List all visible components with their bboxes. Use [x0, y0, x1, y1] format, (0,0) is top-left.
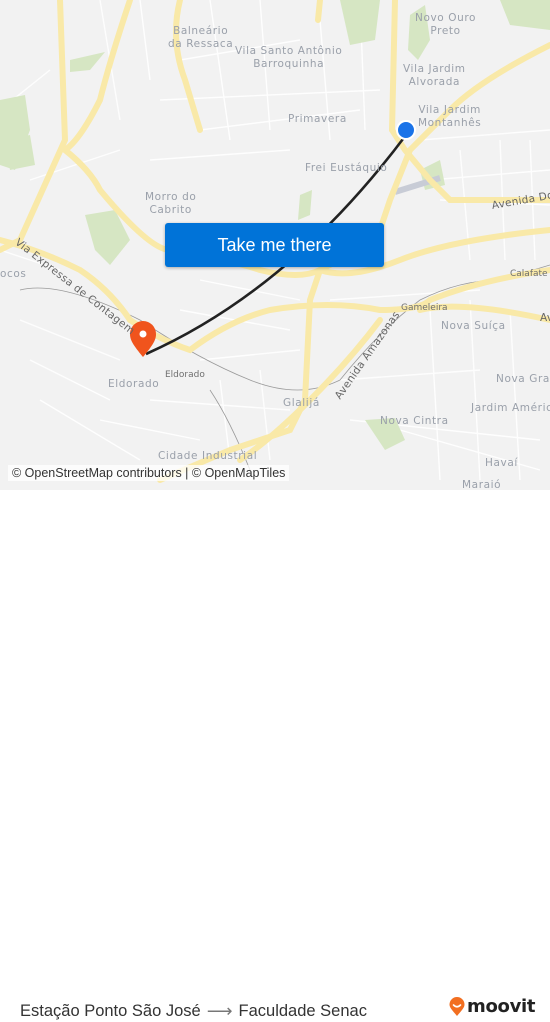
- map-view[interactable]: Balneário da Ressaca Vila Santo Antônio …: [0, 0, 550, 490]
- destination-name: Faculdade Senac: [238, 1002, 367, 1020]
- origin-marker[interactable]: [396, 120, 416, 140]
- map-label-nova-gran: Nova Gran: [496, 373, 550, 385]
- map-label-eldorado-station: Eldorado: [165, 370, 205, 380]
- rail-lines: [19, 264, 550, 471]
- map-label-maraio: Maraió: [462, 479, 502, 490]
- map-label-gameleira: Gameleira: [401, 303, 448, 313]
- map-label-cidade-industrial: Cidade Industrial: [158, 450, 258, 462]
- arrow-right-icon: ⟶: [206, 1001, 233, 1021]
- map-label-jardim-america: Jardim América: [471, 402, 550, 414]
- map-label-eldorado: Eldorado: [108, 378, 160, 390]
- moovit-logo[interactable]: moovit: [449, 996, 536, 1017]
- map-label-vila-jardim-montanhes: Vila Jardim Montanhês: [418, 104, 482, 129]
- map-label-glalija: Glalijá: [283, 397, 320, 409]
- map-label-cocos: ocos: [0, 268, 27, 280]
- take-me-there-button[interactable]: Take me there: [165, 223, 384, 267]
- moovit-pin-icon: [449, 996, 465, 1016]
- map-label-primavera: Primavera: [288, 113, 347, 125]
- moovit-wordmark: moovit: [467, 996, 536, 1017]
- map-label-novo-ouro-preto: Novo Ouro Preto: [415, 12, 477, 37]
- footer-bar: Estação Ponto São José ⟶ Faculdade Senac…: [0, 490, 550, 1021]
- map-label-havai: Havaí: [485, 457, 518, 469]
- map-attribution[interactable]: © OpenStreetMap contributors | © OpenMap…: [8, 465, 290, 481]
- map-label-balneario: Balneário da Ressaca: [168, 25, 234, 50]
- map-label-frei-eustaquio: Frei Eustáquio: [305, 162, 388, 174]
- map-label-nova-suica: Nova Suíça: [441, 320, 506, 332]
- route-title: Estação Ponto São José ⟶ Faculdade Senac: [20, 1001, 367, 1022]
- map-label-calafate: Calafate: [510, 269, 548, 279]
- map-label-morro-do-cabrito: Morro do Cabrito: [145, 191, 197, 216]
- map-label-av: Av: [540, 312, 550, 324]
- map-label-vila-santo-antonio: Vila Santo Antônio Barroquinha: [235, 45, 343, 70]
- map-label-nova-cintra: Nova Cintra: [380, 415, 449, 427]
- map-label-vila-jardim-alvorada: Vila Jardim Alvorada: [403, 63, 466, 88]
- origin-name: Estação Ponto São José: [20, 1002, 201, 1020]
